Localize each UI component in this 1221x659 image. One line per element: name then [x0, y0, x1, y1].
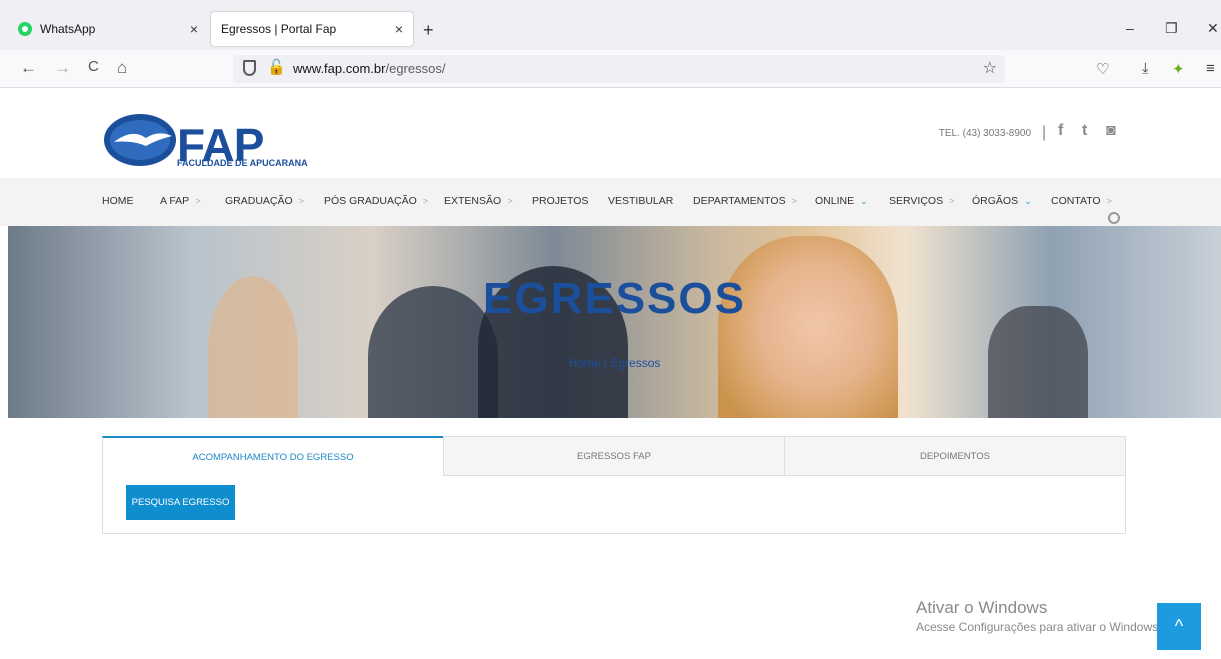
facebook-icon[interactable]: f: [1058, 122, 1063, 140]
chevron-right-icon: >: [949, 196, 955, 206]
tab-title: Egressos | Portal Fap: [221, 22, 337, 36]
fap-logo[interactable]: FAP FACULDADE DE APUCARANA: [102, 106, 312, 171]
main-menu: HOME A FAP > GRADUAÇÃO > PÓS GRADUAÇÃO > EX…: [0, 178, 1221, 226]
tab-egressos-fap[interactable]: EGRESSOS FAP: [443, 436, 785, 476]
chevron-right-icon: >: [791, 196, 797, 206]
menu-item-servicos[interactable]: SERVIÇOS >: [889, 195, 954, 207]
watermark-subtitle: Acesse Configurações para ativar o Windo…: [916, 620, 1162, 634]
chevron-right-icon: >: [298, 196, 304, 206]
tab-whatsapp[interactable]: WhatsApp ×: [8, 12, 208, 46]
search-icon[interactable]: [1108, 212, 1120, 224]
tab-depoimentos[interactable]: DEPOIMENTOS: [784, 436, 1126, 476]
chevron-right-icon: >: [195, 196, 201, 206]
menu-item-departamentos[interactable]: DEPARTAMENTOS >: [693, 195, 797, 207]
windows-activation-watermark: Ativar o Windows Acesse Configurações pa…: [916, 598, 1161, 634]
menu-item-projetos[interactable]: PROJETOS: [532, 195, 588, 207]
page-title: EGRESSOS: [483, 274, 746, 323]
close-tab-icon[interactable]: ×: [395, 21, 403, 37]
chevron-right-icon: >: [422, 196, 429, 206]
pesquisa-egresso-button[interactable]: PESQUISA EGRESSO: [126, 485, 235, 520]
breadcrumb[interactable]: Home | Egressos: [8, 356, 1221, 370]
hero-smiling-woman: [718, 236, 898, 418]
url-text: www.fap.com.br/egressos/: [293, 61, 446, 76]
chevron-down-icon: ⌄: [1024, 196, 1032, 206]
shield-icon: [243, 60, 256, 76]
menu-item-home[interactable]: HOME: [102, 195, 134, 207]
menu-item-a-fap[interactable]: A FAP >: [160, 195, 200, 207]
insecure-lock-icon: 🔓: [267, 59, 286, 76]
chevron-up-icon: ^: [1174, 616, 1184, 636]
twitter-icon[interactable]: t: [1082, 122, 1087, 140]
reload-icon[interactable]: C: [88, 58, 99, 75]
chevron-down-icon: ⌄: [860, 196, 868, 206]
menu-item-online[interactable]: ONLINE ⌄: [815, 195, 868, 207]
address-bar[interactable]: 🔓 www.fap.com.br/egressos/ ☆: [233, 55, 1005, 83]
menu-item-extensao[interactable]: EXTENSÃO >: [444, 195, 512, 207]
close-tab-icon[interactable]: ×: [190, 21, 198, 37]
tab-panel: PESQUISA EGRESSO: [102, 476, 1126, 534]
chevron-right-icon: >: [1106, 196, 1112, 206]
whatsapp-icon: [18, 22, 32, 36]
menu-item-contato[interactable]: CONTATO >: [1051, 195, 1112, 207]
menu-item-vestibular[interactable]: VESTIBULAR: [608, 195, 673, 207]
app-menu-icon[interactable]: ≡: [1206, 60, 1215, 77]
restore-icon[interactable]: ❐: [1165, 20, 1178, 37]
content-tabs: ACOMPANHAMENTO DO EGRESSO EGRESSOS FAP D…: [102, 436, 1126, 476]
divider: |: [1042, 124, 1047, 141]
site-header: FAP FACULDADE DE APUCARANA TEL. (43) 303…: [0, 88, 1221, 178]
logo-subtitle: FACULDADE DE APUCARANA: [177, 158, 308, 168]
extension-icon[interactable]: ✦: [1172, 60, 1185, 78]
new-tab-button[interactable]: +: [423, 20, 434, 41]
download-icon[interactable]: ⤓: [1142, 60, 1149, 77]
browser-nav-bar: ← → C ⌂ 🔓 www.fap.com.br/egressos/ ☆ ♡ ⤓…: [0, 50, 1221, 88]
tab-acompanhamento[interactable]: ACOMPANHAMENTO DO EGRESSO: [102, 436, 444, 476]
tab-title: WhatsApp: [40, 22, 96, 36]
pocket-icon[interactable]: ♡: [1096, 60, 1109, 78]
menu-item-pos-graduacao[interactable]: PÓS GRADUAÇÃO >: [324, 195, 428, 207]
back-icon[interactable]: ←: [20, 58, 37, 78]
close-window-icon[interactable]: ✕: [1207, 20, 1219, 37]
bookmark-star-icon[interactable]: ☆: [983, 58, 997, 78]
menu-item-graduacao[interactable]: GRADUAÇÃO >: [225, 195, 304, 207]
hero-banner: EGRESSOS Home | Egressos: [8, 226, 1221, 418]
browser-tab-bar: WhatsApp × Egressos | Portal Fap × + – ❐…: [0, 0, 1221, 50]
forward-icon[interactable]: →: [54, 58, 71, 78]
minimize-icon[interactable]: –: [1126, 20, 1134, 36]
home-icon[interactable]: ⌂: [117, 58, 127, 78]
chevron-right-icon: >: [507, 196, 513, 206]
phone-number: TEL. (43) 3033-8900: [938, 128, 1031, 139]
instagram-icon[interactable]: ◙: [1106, 122, 1116, 140]
logo-emblem-icon: [104, 114, 176, 166]
tab-egressos[interactable]: Egressos | Portal Fap ×: [211, 12, 413, 46]
scroll-to-top-button[interactable]: ^: [1157, 603, 1201, 650]
menu-item-orgaos[interactable]: ÓRGÃOS ⌄: [972, 195, 1032, 207]
watermark-title: Ativar o Windows: [916, 598, 1048, 617]
